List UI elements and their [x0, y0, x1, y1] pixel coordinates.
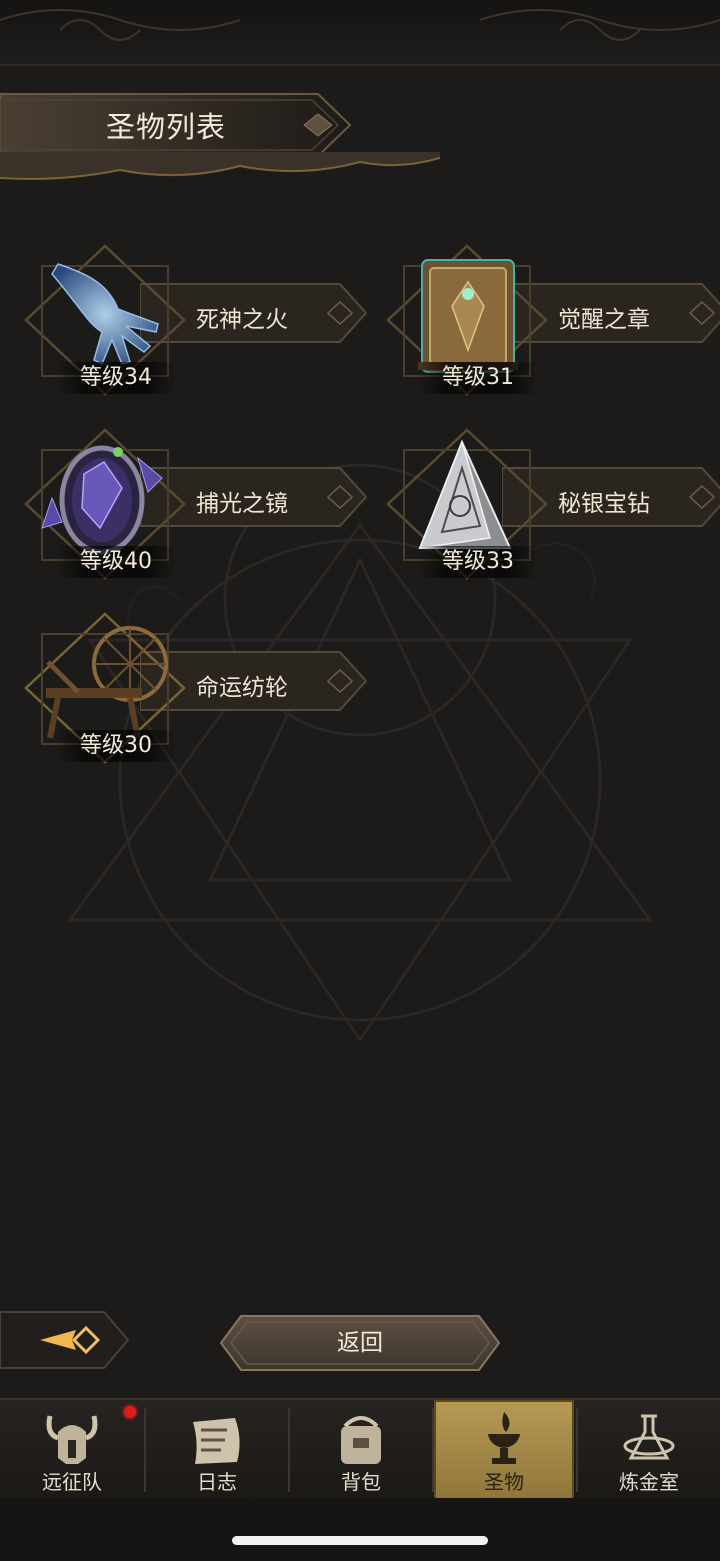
page-title: 圣物列表 — [106, 110, 227, 144]
side-expand-button[interactable] — [0, 1308, 130, 1372]
back-button-label: 返回 — [337, 1330, 383, 1356]
relic-name: 死神之火 — [196, 307, 288, 333]
relic-name: 秘银宝钻 — [558, 491, 650, 517]
relic-level: 等级34 — [56, 362, 176, 394]
crystal-mirror-icon — [41, 445, 163, 555]
relic-level: 等级31 — [418, 362, 538, 394]
relic-level: 等级30 — [56, 730, 176, 762]
relic-name: 捕光之镜 — [196, 491, 288, 517]
satchel-icon — [341, 1416, 381, 1464]
alchemy-icon — [623, 1414, 675, 1460]
notification-dot — [124, 1406, 136, 1418]
relic-item[interactable]: 命运纺轮 等级30 — [20, 608, 368, 768]
back-button[interactable]: 返回 — [219, 1314, 501, 1372]
tab-label: 远征队 — [42, 1470, 102, 1494]
tab-relics[interactable]: 圣物 — [434, 1400, 574, 1500]
top-ornament-border — [0, 0, 720, 66]
tab-label: 背包 — [341, 1470, 381, 1494]
relic-name: 命运纺轮 — [196, 675, 288, 701]
relic-item[interactable]: 捕光之镜 等级40 — [20, 424, 368, 584]
relic-level: 等级33 — [418, 546, 538, 578]
ornate-book-icon — [418, 259, 518, 373]
tab-expedition[interactable]: 远征队 — [0, 1400, 144, 1500]
brazier-icon — [488, 1412, 520, 1464]
relic-item[interactable]: 秘银宝钻 等级33 — [382, 424, 720, 584]
horned-helmet-icon — [46, 1415, 98, 1464]
tab-label: 日志 — [197, 1470, 237, 1494]
torn-paper-edge — [0, 152, 440, 180]
spinning-wheel-icon — [46, 626, 168, 739]
scroll-icon — [193, 1418, 240, 1464]
tab-label: 圣物 — [484, 1470, 524, 1494]
relic-item[interactable]: 觉醒之章 等级31 — [382, 240, 720, 400]
tab-log[interactable]: 日志 — [145, 1400, 289, 1500]
tab-alchemy[interactable]: 炼金室 — [577, 1400, 720, 1500]
home-bar-area — [0, 1498, 720, 1561]
tab-bag[interactable]: 背包 — [289, 1400, 433, 1500]
home-indicator[interactable] — [232, 1536, 488, 1545]
bottom-tab-bar: 远征队 日志 背包 圣物 炼金室 — [0, 1398, 720, 1500]
relic-level: 等级40 — [56, 546, 176, 578]
silver-tetrahedron-icon — [418, 439, 512, 549]
relic-item[interactable]: 死神之火 等级34 — [20, 240, 368, 400]
spectral-hand-icon — [51, 263, 159, 366]
tab-label: 炼金室 — [619, 1470, 679, 1494]
relic-name: 觉醒之章 — [558, 307, 650, 333]
